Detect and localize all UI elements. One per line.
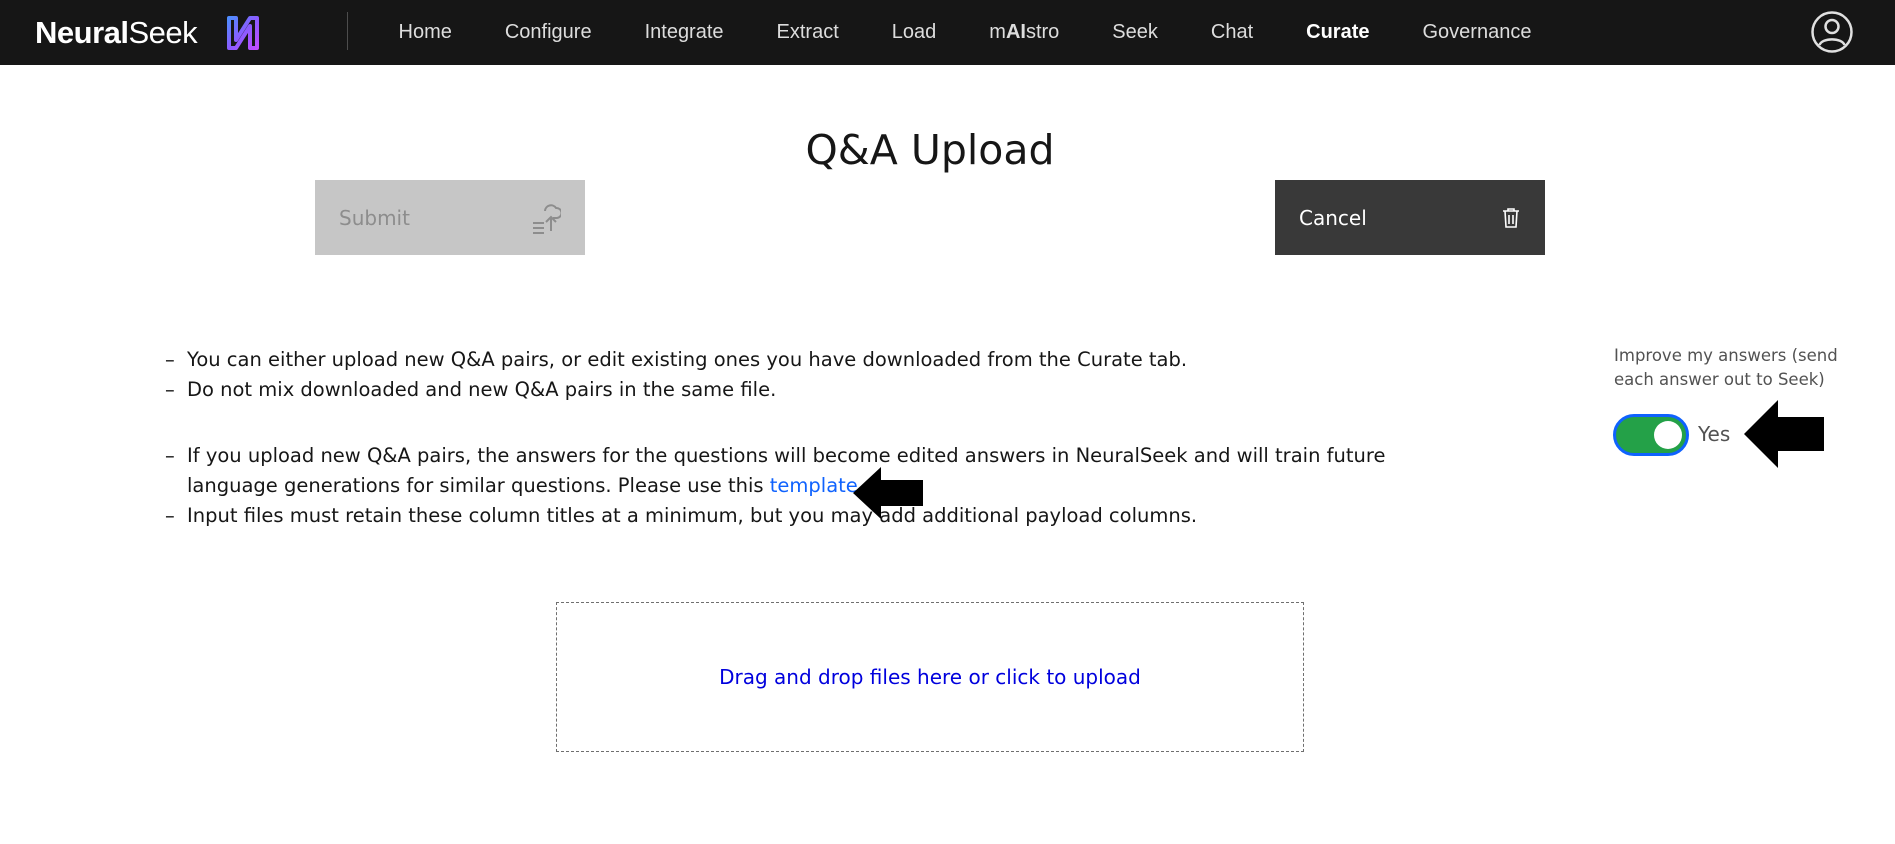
neuralseek-mark-icon [227,15,260,50]
nav-item-chat[interactable]: Chat [1184,21,1279,44]
instruction-item: – If you upload new Q&A pairs, the answe… [165,444,1386,497]
user-avatar-icon[interactable] [1810,10,1854,54]
cancel-button[interactable]: Cancel [1275,180,1545,255]
cancel-button-label: Cancel [1299,205,1367,230]
brand-name: NeuralSeek [35,14,198,50]
brand-logo[interactable]: NeuralSeek [35,0,261,65]
nav-item-seek[interactable]: Seek [1086,21,1185,44]
submit-button[interactable]: Submit [315,180,585,255]
arrow-left-icon [853,467,923,519]
nav-item-load[interactable]: Load [865,21,963,44]
toggle-state-label: Yes [1698,422,1731,446]
main-nav: Home Configure Integrate Extract Load mA… [372,0,1558,65]
nav-item-home[interactable]: Home [372,21,478,44]
submit-button-label: Submit [339,205,410,230]
improve-answers-label: Improve my answers (send each answer out… [1614,346,1838,389]
template-link[interactable]: template [770,474,858,497]
page-title: Q&A Upload [805,126,1055,174]
instruction-item: – Input files must retain these column t… [165,504,1198,527]
trash-icon [1503,207,1519,228]
instruction-item: – Do not mix downloaded and new Q&A pair… [165,378,777,401]
top-navigation-bar: NeuralSeek Home Configure Integrate Extr… [0,0,1895,65]
instruction-item: – You can either upload new Q&A pairs, o… [165,348,1188,371]
arrow-left-icon [1744,400,1824,468]
nav-item-configure[interactable]: Configure [478,21,618,44]
nav-item-governance[interactable]: Governance [1396,21,1558,44]
cloud-upload-icon [533,203,561,234]
improve-answers-toggle[interactable] [1613,414,1689,456]
nav-divider [347,12,348,50]
file-dropzone[interactable]: Drag and drop files here or click to upl… [556,602,1304,752]
toggle-knob [1654,421,1682,449]
upload-instructions: – You can either upload new Q&A pairs, o… [165,345,1405,531]
nav-item-extract[interactable]: Extract [750,21,865,44]
nav-item-integrate[interactable]: Integrate [618,21,750,44]
dropzone-label: Drag and drop files here or click to upl… [719,665,1141,689]
nav-item-maistro[interactable]: mAIstro [963,21,1086,44]
nav-item-curate[interactable]: Curate [1280,21,1396,44]
